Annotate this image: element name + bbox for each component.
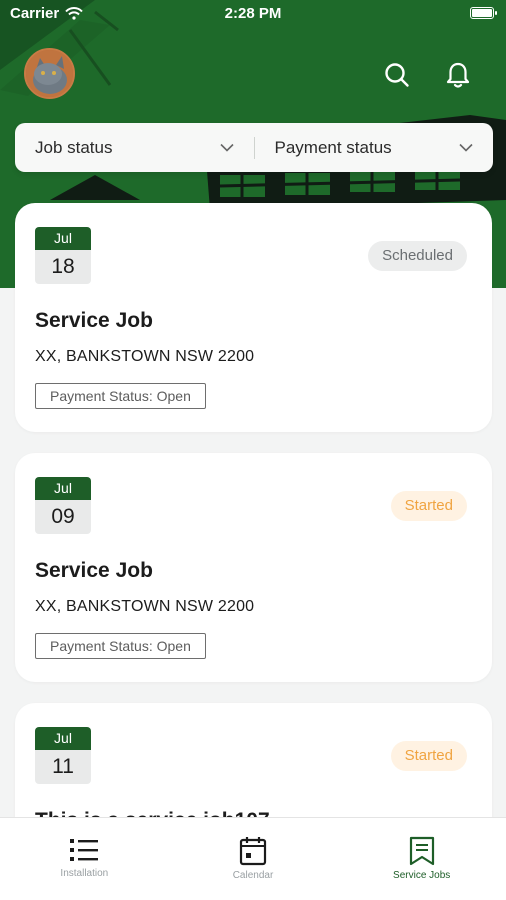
notifications-button[interactable] [442, 59, 474, 91]
job-address: XX, BANKSTOWN NSW 2200 [35, 348, 255, 365]
date-badge: Jul 09 [35, 477, 91, 534]
payment-status-tag: Payment Status: Open [35, 633, 206, 659]
tab-bar: Installation Calendar Service Jobs [0, 817, 506, 900]
status-badge: Scheduled [368, 241, 467, 271]
calendar-icon [239, 837, 267, 866]
tab-calendar[interactable]: Calendar [169, 818, 338, 900]
search-button[interactable] [381, 59, 413, 91]
job-title: Service Job [35, 559, 153, 582]
tab-label: Installation [60, 868, 109, 879]
job-address: XX, BANKSTOWN NSW 2200 [35, 598, 255, 615]
date-month: Jul [35, 227, 91, 250]
tab-installation[interactable]: Installation [0, 818, 169, 900]
tab-label: Calendar [232, 870, 274, 881]
tab-label: Service Jobs [393, 870, 451, 881]
service-jobs-screen: Carrier 2:28 PM Job status Payment statu… [0, 0, 506, 900]
date-day: 18 [35, 250, 91, 284]
job-card[interactable]: Jul 09 Started Service Job XX, BANKSTOWN… [15, 453, 492, 682]
bell-icon [446, 62, 470, 88]
chevron-down-icon [219, 143, 234, 152]
filter-bar: Job status Payment status [15, 123, 493, 172]
search-icon [385, 63, 409, 87]
avatar[interactable] [24, 48, 75, 99]
clock: 2:28 PM [224, 5, 282, 22]
job-card[interactable]: Jul 18 Scheduled Service Job XX, BANKSTO… [15, 203, 492, 432]
date-day: 09 [35, 500, 91, 534]
list-icon [70, 839, 99, 861]
job-status-label: Job status [35, 137, 113, 157]
payment-status-dropdown[interactable]: Payment status [255, 123, 494, 172]
date-month: Jul [35, 477, 91, 500]
bookmark-icon [409, 836, 434, 866]
payment-status-tag: Payment Status: Open [35, 383, 206, 409]
tab-service-jobs[interactable]: Service Jobs [337, 818, 506, 900]
job-status-dropdown[interactable]: Job status [15, 123, 254, 172]
date-badge: Jul 11 [35, 727, 91, 784]
status-badge: Started [390, 741, 467, 771]
battery-icon [470, 7, 497, 19]
date-badge: Jul 18 [35, 227, 91, 284]
date-day: 11 [35, 750, 91, 784]
job-title: Service Job [35, 309, 153, 332]
status-bar: Carrier 2:28 PM [0, 0, 506, 28]
status-badge: Started [390, 491, 467, 521]
payment-status-label: Payment status [274, 137, 392, 157]
date-month: Jul [35, 727, 91, 750]
chevron-down-icon [459, 143, 473, 152]
